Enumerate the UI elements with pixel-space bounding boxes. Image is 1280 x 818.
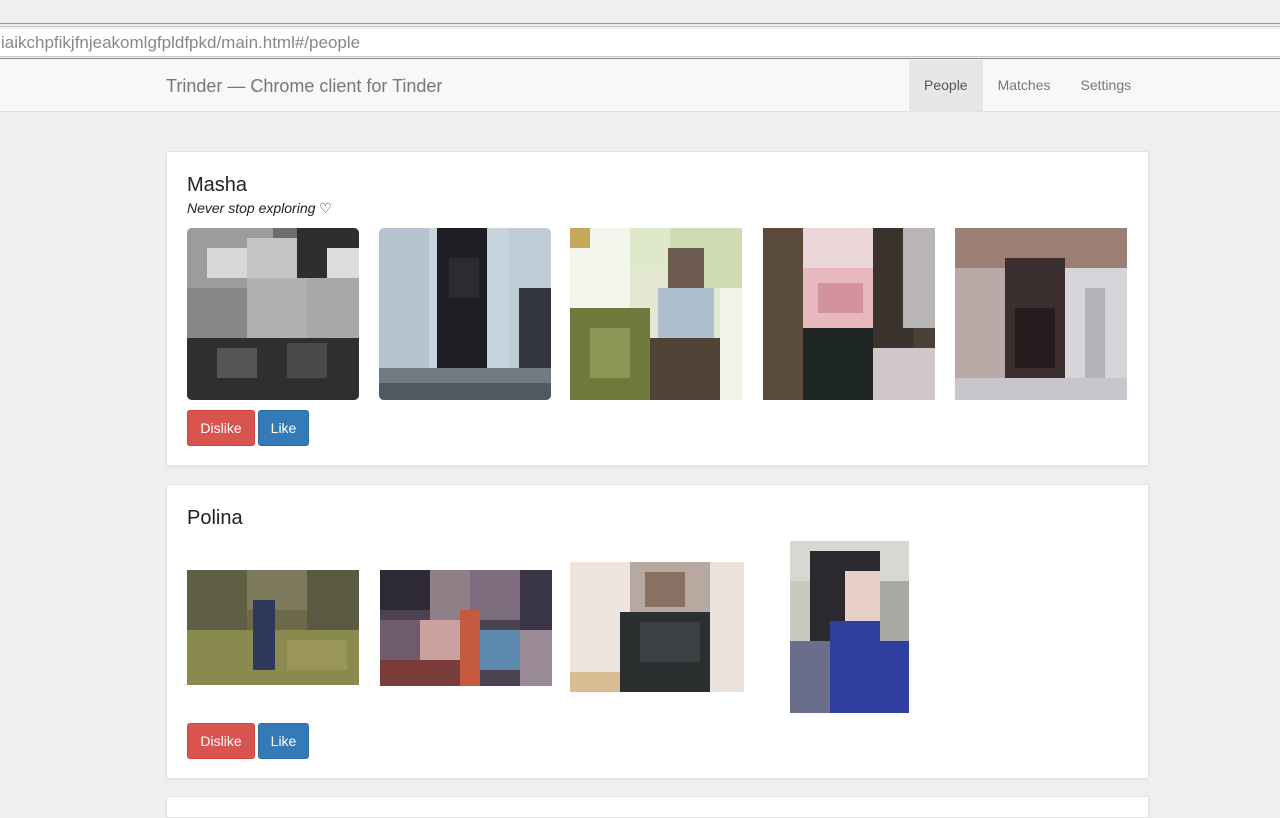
nav-item-people[interactable]: People	[909, 60, 983, 111]
navbar: Trinder — Chrome client for Tinder Peopl…	[0, 60, 1280, 112]
profile-photo[interactable]	[379, 228, 551, 400]
browser-chrome: iaikchpfikjfnjeakomlgfpldfpkd/main.html#…	[0, 0, 1280, 60]
address-bar-url[interactable]: iaikchpfikjfnjeakomlgfpldfpkd/main.html#…	[1, 33, 360, 53]
nav-menu: People Matches Settings	[909, 60, 1146, 111]
like-button[interactable]: Like	[258, 723, 309, 759]
person-name: Masha	[187, 174, 247, 197]
person-name: Polina	[187, 507, 243, 530]
profile-photo[interactable]	[790, 541, 909, 713]
dislike-button[interactable]: Dislike	[187, 723, 255, 759]
dislike-button[interactable]: Dislike	[187, 410, 255, 446]
profile-photo[interactable]	[380, 570, 552, 686]
profile-photo[interactable]	[570, 562, 744, 692]
like-button[interactable]: Like	[258, 410, 309, 446]
profile-photo[interactable]	[955, 228, 1127, 400]
toolbar-divider	[0, 26, 1280, 27]
tab-strip-divider	[0, 23, 1280, 24]
nav-item-matches[interactable]: Matches	[983, 60, 1066, 111]
profile-photo[interactable]	[187, 228, 359, 400]
profile-photo[interactable]	[763, 228, 935, 400]
nav-item-settings[interactable]: Settings	[1066, 60, 1147, 111]
person-card: Masha Never stop exploring ♡	[166, 151, 1149, 466]
toolbar-bottom-border	[0, 58, 1280, 59]
profile-photo[interactable]	[570, 228, 742, 400]
person-card	[166, 796, 1149, 818]
app-brand[interactable]: Trinder — Chrome client for Tinder	[166, 76, 442, 97]
profile-photo[interactable]	[187, 570, 359, 685]
person-bio: Never stop exploring ♡	[187, 200, 332, 217]
person-card: Polina	[166, 484, 1149, 779]
